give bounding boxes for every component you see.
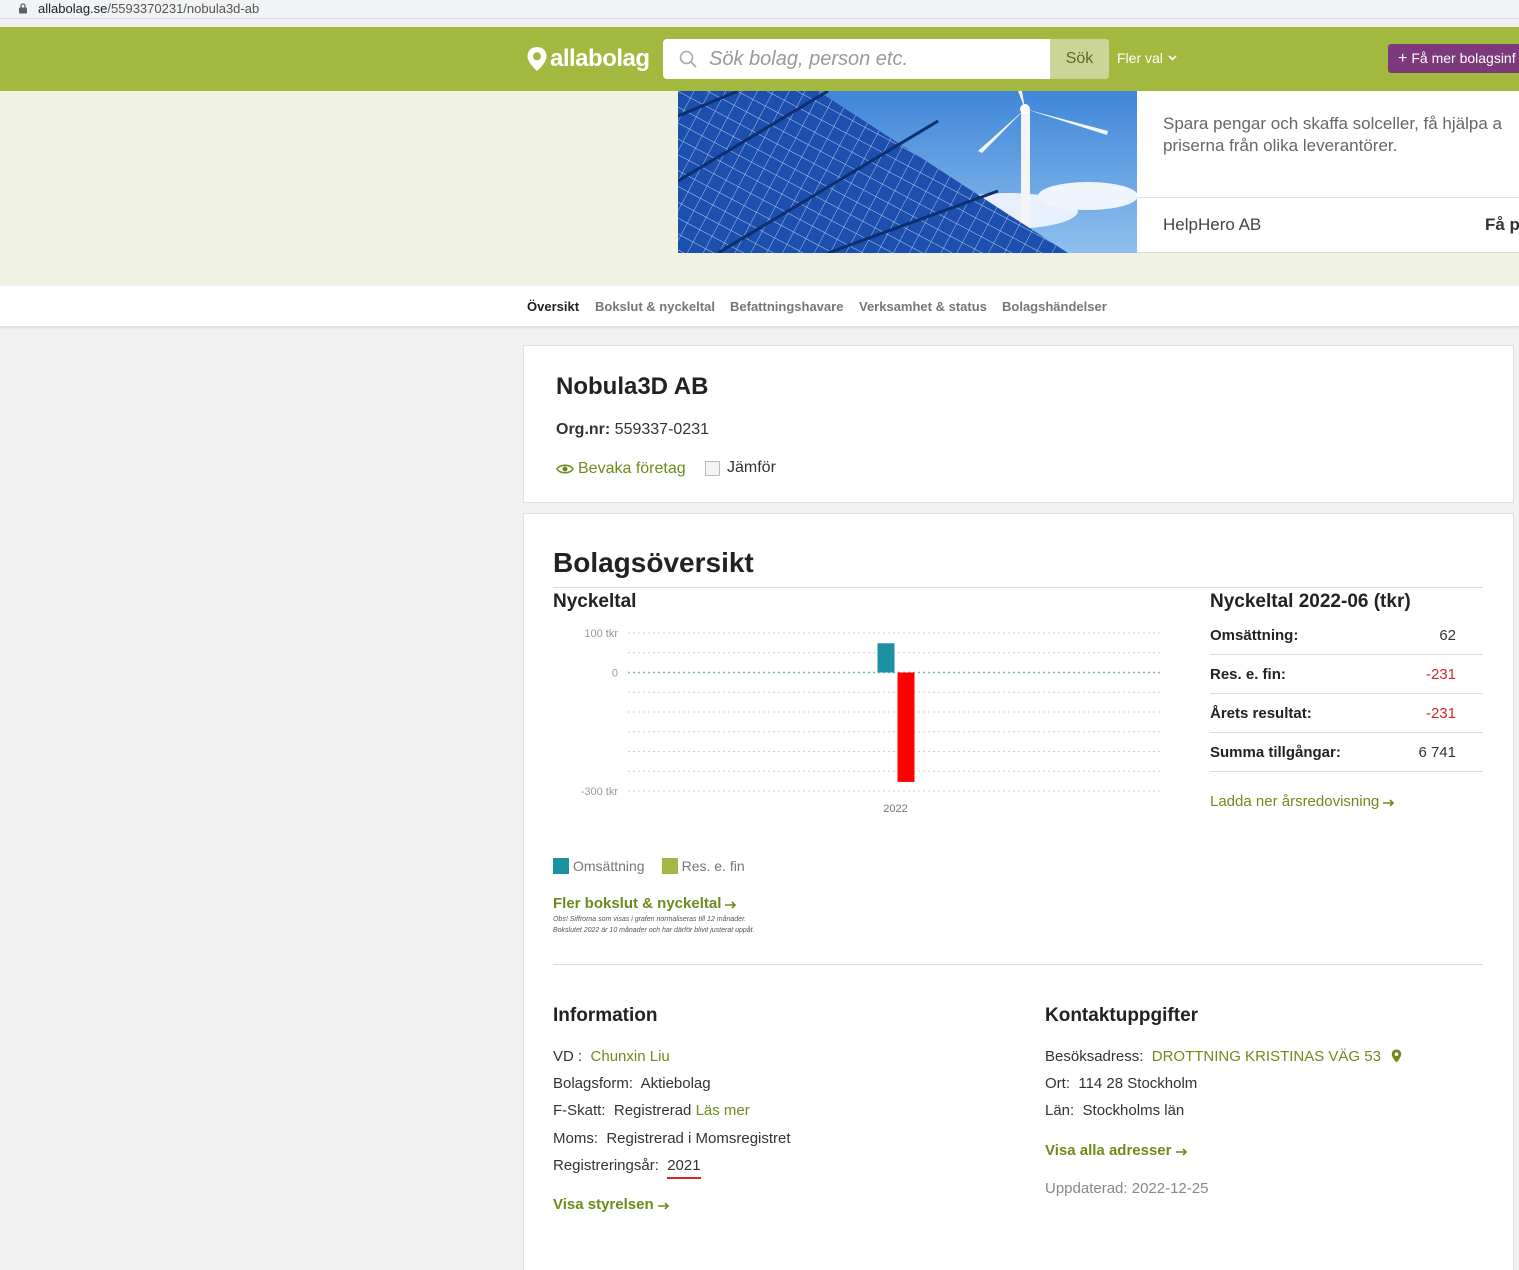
keyfigure-row: Omsättning: 62 xyxy=(1210,616,1483,655)
address-link[interactable]: DROTTNING KRISTINAS VÄG 53 xyxy=(1152,1048,1381,1065)
arrow-right-icon xyxy=(725,901,737,909)
vd-link[interactable]: Chunxin Liu xyxy=(591,1048,670,1065)
contact-title: Kontaktuppgifter xyxy=(1045,1005,1199,1026)
bar-oms-ttning xyxy=(877,643,895,673)
info-bolagsform: Bolagsform: Aktiebolag xyxy=(553,1075,711,1092)
chart-footnote: Obs! Siffrorna som visas i grafen normal… xyxy=(553,916,755,934)
eye-icon xyxy=(556,464,574,474)
overview-title: Bolagsöversikt xyxy=(553,547,754,578)
tab-bokslut-nyckeltal[interactable]: Bokslut & nyckeltal xyxy=(595,299,715,314)
watch-company-link[interactable]: Bevaka företag xyxy=(556,460,686,478)
org-number: Org.nr: 559337-0231 xyxy=(556,421,709,438)
search-input[interactable] xyxy=(709,39,1049,79)
contact-city: Ort: 114 28 Stockholm xyxy=(1045,1075,1198,1092)
company-overview-card: Bolagsöversikt Nyckeltal 100 tkr 0 -300 tk… xyxy=(523,513,1514,1270)
divider xyxy=(553,964,1483,965)
chevron-down-icon xyxy=(1168,55,1177,61)
ad-divider xyxy=(1137,197,1519,198)
allabolag-logo[interactable]: allabolag xyxy=(526,45,650,73)
company-name: Nobula3D AB xyxy=(556,373,709,400)
legend-item-omsattning[interactable]: Omsättning xyxy=(553,858,645,874)
chart-title: Nyckeltal xyxy=(553,591,637,612)
solar-wind-illustration xyxy=(678,91,1137,253)
keyfigure-row: Summa tillgångar: 6 741 xyxy=(1210,733,1483,772)
ad-text-panel[interactable]: Spara pengar och skaffa solceller, få hj… xyxy=(1137,91,1519,253)
keyfigures-bar-chart: 100 tkr 0 -300 tkr 2022 xyxy=(581,628,1163,815)
ad-company: HelpHero AB xyxy=(1163,215,1262,234)
arrow-right-icon xyxy=(1175,1148,1187,1156)
search-box: Sök xyxy=(663,39,1109,79)
keyfigures-table: Omsättning: 62 Res. e. fin: -231 Årets res… xyxy=(1210,616,1483,772)
y-tick-label: -300 tkr xyxy=(581,786,619,798)
logo-text: allabolag xyxy=(550,45,650,72)
contact-county: Län: Stockholms län xyxy=(1045,1102,1185,1119)
ad-cta[interactable]: Få p xyxy=(1485,215,1519,235)
get-more-info-button[interactable]: + Få mer bolagsinf xyxy=(1388,44,1519,73)
download-annual-report-link[interactable]: Ladda ner årsredovisning xyxy=(1210,793,1395,810)
info-fskatt: F-Skatt: Registrerad Läs mer xyxy=(553,1102,750,1119)
ad-description: Spara pengar och skaffa solceller, få hj… xyxy=(1163,114,1502,155)
search-button[interactable]: Sök xyxy=(1050,39,1109,79)
tab-verksamhet-status[interactable]: Verksamhet & status xyxy=(859,299,987,314)
checkbox[interactable] xyxy=(705,460,720,476)
more-options-label: Fler val xyxy=(1117,50,1163,66)
x-tick-label: 2022 xyxy=(883,803,907,815)
map-pin-logo-icon xyxy=(527,47,547,71)
legend-item-res-e-fin[interactable]: Res. e. fin xyxy=(661,858,745,874)
updated-date: Uppdaterad: 2022-12-25 xyxy=(1045,1180,1209,1197)
browser-url-bar[interactable]: allabolag.se/5593370231/nobula3d-ab xyxy=(0,0,1519,19)
lock-icon xyxy=(19,3,27,14)
ad-banner-area: Spara pengar och skaffa solceller, få hj… xyxy=(0,91,1519,285)
legend-swatch xyxy=(661,858,678,874)
divider xyxy=(553,587,1483,588)
show-all-addresses-link[interactable]: Visa alla adresser xyxy=(1045,1142,1188,1159)
ad-image-solar-panels[interactable] xyxy=(678,91,1137,253)
map-pin-icon[interactable] xyxy=(1391,1049,1402,1063)
keyfigure-row: Årets resultat: -231 xyxy=(1210,694,1483,733)
tab-oversikt[interactable]: Översikt xyxy=(527,299,579,314)
bar-res-e-fin xyxy=(897,672,915,782)
y-tick-label: 100 tkr xyxy=(584,628,618,640)
info-moms: Moms: Registrerad i Momsregistret xyxy=(553,1130,791,1147)
search-icon xyxy=(679,50,697,68)
read-more-link[interactable]: Läs mer xyxy=(696,1102,750,1119)
info-registreringsar: Registreringsår: 2021 xyxy=(553,1157,701,1179)
arrow-right-icon xyxy=(1383,799,1395,807)
contact-address: Besöksadress: DROTTNING KRISTINAS VÄG 53 xyxy=(1045,1048,1402,1065)
url-text[interactable]: allabolag.se/5593370231/nobula3d-ab xyxy=(38,1,259,16)
compare-checkbox[interactable]: Jämför xyxy=(705,459,776,477)
cta-label: Få mer bolagsinf xyxy=(1411,50,1516,66)
information-title: Information xyxy=(553,1005,658,1026)
more-options-menu[interactable]: Fler val xyxy=(1117,50,1177,66)
more-financials-link[interactable]: Fler bokslut & nyckeltal xyxy=(553,895,737,912)
legend-swatch xyxy=(553,858,569,874)
arrow-right-icon xyxy=(657,1202,669,1210)
show-board-link[interactable]: Visa styrelsen xyxy=(553,1196,670,1213)
tab-befattningshavare[interactable]: Befattningshavare xyxy=(730,299,843,314)
company-nav-tabs: Översikt Bokslut & nyckeltal Befattnings… xyxy=(0,286,1519,327)
keyfigures-title: Nyckeltal 2022-06 (tkr) xyxy=(1210,591,1411,612)
tab-bolagshandelser[interactable]: Bolagshändelser xyxy=(1002,299,1107,314)
chart-legend: Omsättning Res. e. fin xyxy=(553,858,762,874)
plus-icon: + xyxy=(1398,50,1408,67)
site-header: allabolag Sök Fler val +Få mer bolagsinf xyxy=(0,27,1519,91)
y-tick-label: 0 xyxy=(612,668,618,680)
keyfigure-row: Res. e. fin: -231 xyxy=(1210,655,1483,694)
company-header-card: Nobula3D AB Org.nr: 559337-0231 Bevaka f… xyxy=(523,345,1514,503)
info-vd: VD : Chunxin Liu xyxy=(553,1048,670,1065)
